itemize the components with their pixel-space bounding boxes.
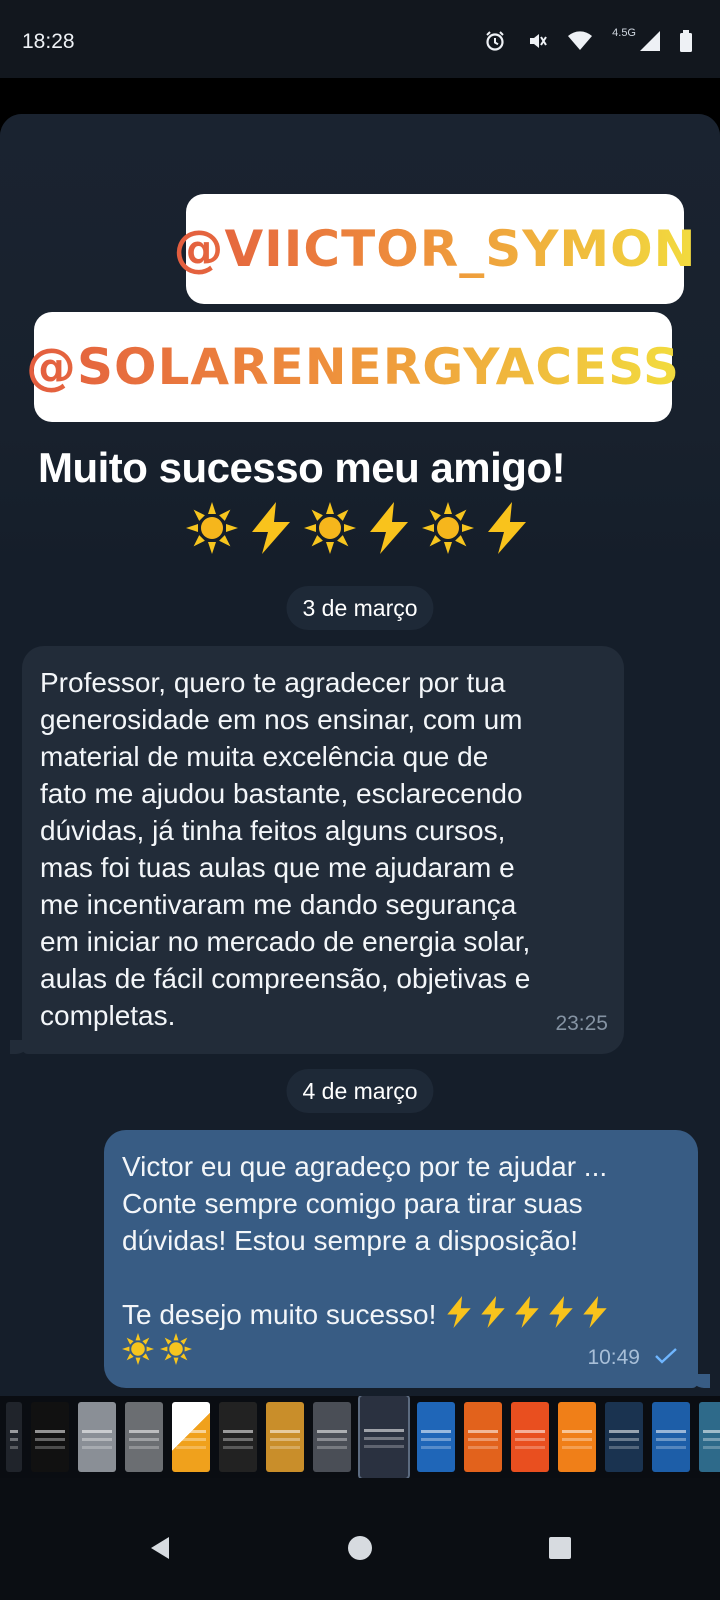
back-icon [151, 1537, 169, 1559]
status-bar: 18:28 4.5G [0, 0, 720, 78]
date-separator: 3 de março [286, 586, 434, 630]
media-thumbnail[interactable] [417, 1402, 455, 1472]
recents-button[interactable] [540, 1528, 580, 1568]
sun-icon [160, 1333, 192, 1365]
sun-icon [186, 502, 238, 554]
mention-text: @VIICTOR_SYMON [173, 220, 697, 278]
media-thumbnail-strip[interactable] [0, 1396, 720, 1478]
media-thumbnail[interactable] [464, 1402, 502, 1472]
status-icons: 4.5G [484, 27, 692, 52]
chat-area[interactable]: @VIICTOR_SYMON @SOLARENERGYACESS Muito s… [0, 114, 720, 1396]
story-emoji-row [186, 502, 530, 554]
sun-icon [422, 502, 474, 554]
battery-icon [680, 30, 692, 52]
status-time: 18:28 [22, 30, 75, 53]
media-thumbnail[interactable] [125, 1402, 163, 1472]
outgoing-message-bubble[interactable]: Victor eu que agradeço por te ajudar ...… [104, 1130, 698, 1388]
message-text: Victor eu que agradeço por te ajudar ...… [122, 1148, 680, 1370]
lightning-icon [583, 1296, 607, 1328]
sun-icon [122, 1333, 154, 1365]
message-time: 10:49 [587, 1346, 640, 1369]
media-thumbnail[interactable] [699, 1402, 720, 1472]
media-thumbnail[interactable] [511, 1402, 549, 1472]
lightning-icon [447, 1296, 471, 1328]
read-check-icon [654, 1337, 678, 1374]
shared-story-image[interactable]: @VIICTOR_SYMON @SOLARENERGYACESS Muito s… [0, 114, 720, 564]
message-text: Professor, quero te agradecer por tua ge… [40, 667, 531, 1031]
lightning-icon [515, 1296, 539, 1328]
date-separator: 4 de março [286, 1069, 434, 1113]
lightning-icon [370, 502, 408, 554]
alarm-icon [484, 30, 506, 52]
message-time: 23:25 [555, 1012, 608, 1035]
home-button[interactable] [340, 1528, 380, 1568]
media-thumbnail-selected[interactable] [358, 1396, 410, 1478]
home-icon [348, 1536, 372, 1560]
navigation-bar [0, 1478, 720, 1600]
sun-icon [304, 502, 356, 554]
lightning-icon [549, 1296, 573, 1328]
wifi-icon [568, 31, 593, 51]
recents-icon [549, 1537, 571, 1559]
lightning-icon [252, 502, 290, 554]
media-thumbnail[interactable] [6, 1402, 22, 1472]
media-thumbnail[interactable] [266, 1402, 304, 1472]
media-thumbnail[interactable] [558, 1402, 596, 1472]
mention-sticker-solarenergyacess[interactable]: @SOLARENERGYACESS [26, 312, 679, 422]
network-label: 4.5G [612, 27, 636, 39]
media-thumbnail[interactable] [78, 1402, 116, 1472]
lightning-emoji-row [444, 1296, 610, 1328]
lightning-icon [481, 1296, 505, 1328]
media-thumbnail[interactable] [172, 1402, 210, 1472]
incoming-message-bubble[interactable]: Professor, quero te agradecer por tua ge… [22, 646, 624, 1054]
status-spacer [0, 78, 720, 114]
signal-icon [640, 31, 660, 51]
media-thumbnail[interactable] [605, 1402, 643, 1472]
story-caption: Muito sucesso meu amigo! [38, 444, 566, 491]
vibrate-off-icon [526, 30, 548, 52]
back-button[interactable] [140, 1528, 180, 1568]
lightning-icon [488, 502, 526, 554]
media-thumbnail[interactable] [313, 1402, 351, 1472]
mention-sticker-viictor-symon[interactable]: @VIICTOR_SYMON [173, 194, 696, 304]
sun-emoji-row [122, 1333, 192, 1365]
media-thumbnail[interactable] [652, 1402, 690, 1472]
media-thumbnail[interactable] [219, 1402, 257, 1472]
mention-text: @SOLARENERGYACESS [26, 338, 680, 396]
media-thumbnail[interactable] [31, 1402, 69, 1472]
